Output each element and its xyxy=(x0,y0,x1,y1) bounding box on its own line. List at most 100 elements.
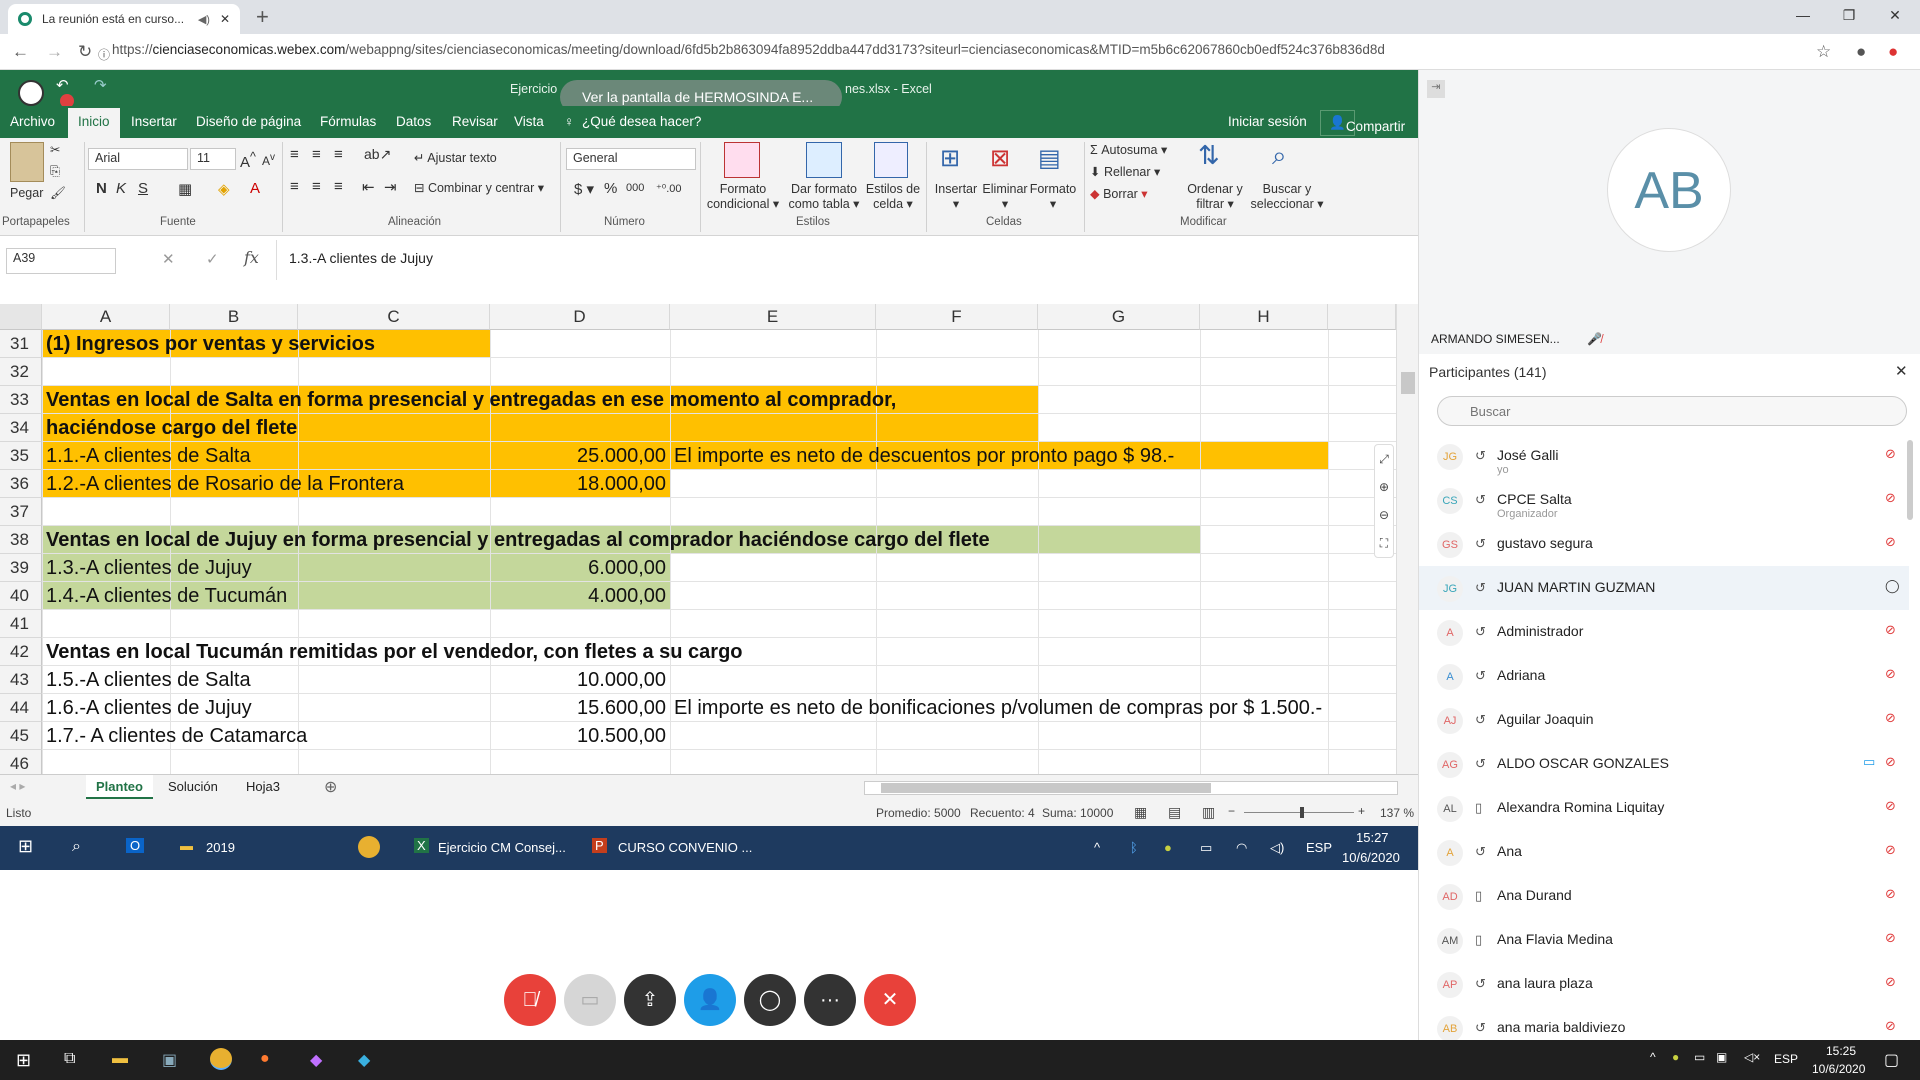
row-header[interactable]: 37 xyxy=(0,498,42,526)
cell-d[interactable] xyxy=(490,750,670,774)
sheet-tab-solucion[interactable]: Solución xyxy=(168,779,218,794)
cell-e[interactable] xyxy=(670,330,674,358)
video-button[interactable]: ▭ xyxy=(564,974,616,1026)
battery-icon[interactable]: ▭ xyxy=(1694,1050,1705,1064)
column-header[interactable]: G xyxy=(1038,304,1200,330)
participant-row[interactable]: AL ▯ Alexandra Romina Liquitay ⊘ xyxy=(1419,786,1909,830)
tell-me-box[interactable]: ¿Qué desea hacer? xyxy=(582,114,701,129)
firefox-icon[interactable]: ● xyxy=(260,1050,270,1068)
row-header[interactable]: 31 xyxy=(0,330,42,358)
row-header[interactable]: 35 xyxy=(0,442,42,470)
cell-d[interactable]: 6.000,00 xyxy=(490,554,670,582)
battery-icon[interactable]: ▭ xyxy=(1200,840,1212,856)
cell-d[interactable]: 4.000,00 xyxy=(490,582,670,610)
row-header[interactable]: 36 xyxy=(0,470,42,498)
participant-row[interactable]: AD ▯ Ana Durand ⊘ xyxy=(1419,874,1909,918)
list-scrollbar[interactable] xyxy=(1907,440,1913,520)
spreadsheet-grid[interactable]: A B C D E F G H 31 (1) Ingresos por venta… xyxy=(0,304,1418,774)
percent-icon[interactable]: % xyxy=(604,180,617,197)
font-name-select[interactable]: Arial xyxy=(88,148,188,170)
tray-chevron-icon[interactable]: ^ xyxy=(1650,1050,1656,1064)
participant-row[interactable]: A ↺ Administrador ⊘ xyxy=(1419,610,1909,654)
back-icon[interactable]: ← xyxy=(12,42,29,62)
cell-e[interactable]: El importe es neto de bonificaciones p/v… xyxy=(670,694,1322,722)
decrease-indent-icon[interactable]: ⇤ xyxy=(362,178,375,196)
cell-e[interactable] xyxy=(670,582,674,610)
tab-inicio[interactable]: Inicio xyxy=(68,108,120,138)
minimize-icon[interactable]: — xyxy=(1780,0,1826,30)
column-header[interactable]: B xyxy=(170,304,298,330)
row-header[interactable]: 40 xyxy=(0,582,42,610)
sort-filter-button[interactable]: Ordenar y filtrar ▾ xyxy=(1182,182,1248,211)
font-size-select[interactable]: 11 xyxy=(190,148,236,170)
cell-a[interactable]: 1.4.-A clientes de Tucumán xyxy=(42,582,287,610)
bluetooth-icon[interactable]: ᛒ xyxy=(1130,840,1138,855)
close-panel-icon[interactable]: ✕ xyxy=(1895,362,1908,380)
formula-input[interactable]: 1.3.-A clientes de Jujuy xyxy=(276,240,1416,280)
muted-mic-icon[interactable]: ⊘ xyxy=(1885,886,1896,902)
column-header[interactable]: F xyxy=(876,304,1038,330)
cell-d[interactable] xyxy=(490,638,670,666)
shrink-font-icon[interactable]: Av xyxy=(262,152,275,168)
sign-in-link[interactable]: Iniciar sesión xyxy=(1228,114,1307,129)
row-header[interactable]: 39 xyxy=(0,554,42,582)
pegar-button[interactable]: Pegar xyxy=(10,186,43,200)
muted-mic-icon[interactable]: ⊘ xyxy=(1885,798,1896,814)
mute-button[interactable]: 🎙̸ xyxy=(504,974,556,1026)
excel-icon[interactable]: X xyxy=(414,838,429,853)
sheet-nav-icon[interactable]: ◂ ▸ xyxy=(10,779,25,793)
cell-a[interactable] xyxy=(42,358,46,386)
muted-mic-icon[interactable]: ⊘ xyxy=(1885,490,1896,506)
windows-start-icon[interactable]: ⊞ xyxy=(18,836,33,857)
cell-styles-button[interactable]: Estilos de celda ▾ xyxy=(862,182,924,211)
notifications-icon[interactable]: ▢ xyxy=(1884,1050,1899,1070)
vertical-scrollbar[interactable] xyxy=(1396,304,1418,774)
tab-formulas[interactable]: Fórmulas xyxy=(320,114,376,129)
zoom-slider[interactable] xyxy=(1244,812,1354,813)
cell-a[interactable]: 1.5.-A clientes de Salta xyxy=(42,666,251,694)
cell-a[interactable]: 1.1.-A clientes de Salta xyxy=(42,442,251,470)
volume-muted-icon[interactable]: ◁× xyxy=(1744,1050,1760,1064)
cell-e[interactable] xyxy=(670,554,674,582)
cell-e[interactable] xyxy=(670,414,674,442)
cell-a[interactable]: haciéndose cargo del flete xyxy=(42,414,297,442)
find-select-button[interactable]: Buscar y seleccionar ▾ xyxy=(1248,182,1326,211)
add-sheet-icon[interactable]: ⊕ xyxy=(324,777,337,797)
cell-d[interactable]: 10.500,00 xyxy=(490,722,670,750)
new-tab-button[interactable]: + xyxy=(256,4,269,30)
cell-e[interactable] xyxy=(670,498,674,526)
tab-datos[interactable]: Datos xyxy=(396,114,431,129)
copy-icon[interactable]: ⎘ xyxy=(50,164,60,179)
autosum-button[interactable]: Σ Autosuma ▾ xyxy=(1090,142,1167,157)
zoom-level[interactable]: 137 % xyxy=(1380,806,1414,820)
participant-search-input[interactable] xyxy=(1437,396,1907,426)
tray-app-icon[interactable]: ● xyxy=(1164,840,1172,855)
site-info-icon[interactable]: ⓘ xyxy=(98,46,110,63)
participant-row[interactable]: AP ↺ ana laura plaza ⊘ xyxy=(1419,962,1909,1006)
cell-e[interactable] xyxy=(670,666,674,694)
cell-a[interactable]: 1.6.-A clientes de Jujuy xyxy=(42,694,252,722)
cell-a[interactable] xyxy=(42,498,46,526)
horizontal-scrollbar[interactable] xyxy=(864,781,1398,795)
page-break-icon[interactable]: ▥ xyxy=(1202,804,1215,821)
align-center-icon[interactable]: ≡ xyxy=(312,178,321,195)
cell-d[interactable] xyxy=(490,330,670,358)
format-table-icon[interactable] xyxy=(806,142,842,178)
sheet-tab-hoja3[interactable]: Hoja3 xyxy=(246,779,280,794)
cell-d[interactable]: 10.000,00 xyxy=(490,666,670,694)
speaker-icon[interactable]: ◀) xyxy=(198,13,210,26)
cell-e[interactable] xyxy=(670,722,674,750)
wrap-text-button[interactable]: ↵ Ajustar texto xyxy=(414,150,497,165)
zoom-slider-thumb[interactable] xyxy=(1300,807,1304,818)
participant-row[interactable]: AJ ↺ Aguilar Joaquin ⊘ xyxy=(1419,698,1909,742)
muted-mic-icon[interactable]: ⊘ xyxy=(1885,446,1896,462)
cell-e[interactable] xyxy=(670,526,674,554)
column-header[interactable]: C xyxy=(298,304,490,330)
column-header[interactable]: H xyxy=(1200,304,1328,330)
row-header[interactable]: 32 xyxy=(0,358,42,386)
cell-d[interactable] xyxy=(490,610,670,638)
insert-cells-icon[interactable]: ⊞ xyxy=(940,144,960,173)
participant-row[interactable]: AG ↺ ALDO OSCAR GONZALES ⊘ ▭ xyxy=(1419,742,1909,786)
delete-cells-icon[interactable]: ⊠ xyxy=(990,144,1010,173)
restore-icon[interactable]: ❐ xyxy=(1826,0,1872,30)
